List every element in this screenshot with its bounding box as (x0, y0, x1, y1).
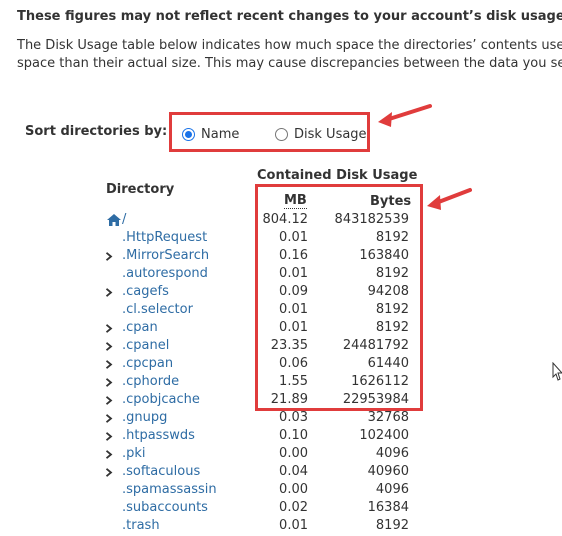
chevron-right-icon[interactable] (104, 463, 114, 481)
sort-label: Sort directories by: (25, 124, 168, 139)
mb-value: 0.01 (279, 266, 308, 281)
table-row: .subaccounts 0.02 16384 (0, 499, 562, 517)
annotation-arrow-icon (378, 104, 432, 127)
bytes-value: 8192 (375, 266, 409, 281)
directory-link[interactable]: .gnupg (122, 409, 167, 427)
sort-name-radio[interactable] (182, 128, 195, 141)
mb-value: 0.10 (279, 428, 308, 443)
bytes-value: 163840 (359, 248, 409, 263)
chevron-right-icon[interactable] (104, 373, 114, 391)
table-row: .cl.selector 0.01 8192 (0, 301, 562, 319)
mb-value: 0.16 (279, 248, 308, 263)
mb-value: 0.01 (279, 230, 308, 245)
directory-link[interactable]: .cpobjcache (122, 391, 200, 409)
chevron-right-icon[interactable] (104, 283, 114, 301)
mb-value: 0.02 (279, 500, 308, 515)
mb-value: 23.35 (270, 338, 308, 353)
bytes-value: 8192 (375, 302, 409, 317)
bytes-value: 94208 (367, 284, 409, 299)
mb-value: 0.00 (279, 446, 308, 461)
chevron-right-icon[interactable] (104, 319, 114, 337)
directory-link[interactable]: .cl.selector (122, 301, 193, 319)
bytes-value: 16384 (367, 500, 409, 515)
table-row: .gnupg 0.03 32768 (0, 409, 562, 427)
table-row: .htpasswds 0.10 102400 (0, 427, 562, 445)
bytes-value: 4096 (375, 482, 409, 497)
directory-link[interactable]: / (122, 211, 126, 229)
directory-link[interactable]: .softaculous (122, 463, 200, 481)
table-row: / 804.12 843182539 (0, 211, 562, 229)
directory-link[interactable]: .cphorde (122, 373, 179, 391)
mb-value: 0.01 (279, 518, 308, 533)
annotation-arrow-icon (427, 188, 472, 210)
table-row: .autorespond 0.01 8192 (0, 265, 562, 283)
directory-link[interactable]: .cagefs (122, 283, 169, 301)
bytes-value: 8192 (375, 230, 409, 245)
table-row: .cpcpan 0.06 61440 (0, 355, 562, 373)
chevron-right-icon[interactable] (104, 355, 114, 373)
disk-usage-page: These figures may not reflect recent cha… (0, 0, 562, 536)
directory-link[interactable]: .subaccounts (122, 499, 208, 517)
bytes-value: 8192 (375, 320, 409, 335)
mb-value: 0.09 (279, 284, 308, 299)
directory-link[interactable]: .autorespond (122, 265, 208, 283)
table-row: .cpanel 23.35 24481792 (0, 337, 562, 355)
bytes-value: 22953984 (342, 392, 409, 407)
directory-link[interactable]: .htpasswds (122, 427, 195, 445)
mb-value: 21.89 (270, 392, 308, 407)
bytes-value: 4096 (375, 446, 409, 461)
bytes-value: 40960 (367, 464, 409, 479)
bytes-value: 102400 (359, 428, 409, 443)
bytes-value: 32768 (367, 410, 409, 425)
directory-link[interactable]: .spamassassin (122, 481, 217, 499)
table-row: .cagefs 0.09 94208 (0, 283, 562, 301)
table-row: .cpobjcache 21.89 22953984 (0, 391, 562, 409)
notice-line-2: space than their actual size. This may c… (17, 56, 562, 71)
mb-value: 0.06 (279, 356, 308, 371)
home-icon[interactable] (106, 213, 122, 227)
mb-value: 0.01 (279, 302, 308, 317)
mb-value: 0.04 (279, 464, 308, 479)
table-row: .HttpRequest 0.01 8192 (0, 229, 562, 247)
chevron-right-icon[interactable] (104, 427, 114, 445)
sort-name-label[interactable]: Name (201, 127, 239, 142)
table-row: .pki 0.00 4096 (0, 445, 562, 463)
table-row: .trash 0.01 8192 (0, 517, 562, 535)
directory-link[interactable]: .cpan (122, 319, 158, 337)
bytes-value: 8192 (375, 518, 409, 533)
table-row: .softaculous 0.04 40960 (0, 463, 562, 481)
bytes-value: 1626112 (351, 374, 409, 389)
sort-options-highlight: Name Disk Usage (169, 112, 370, 152)
mb-value: 804.12 (262, 212, 309, 227)
bytes-value: 61440 (367, 356, 409, 371)
text-cursor-icon (552, 362, 562, 381)
notice-title: These figures may not reflect recent cha… (17, 9, 562, 24)
directory-link[interactable]: .pki (122, 445, 146, 463)
sort-disk-usage-label[interactable]: Disk Usage (294, 127, 367, 142)
directory-link[interactable]: .cpcpan (122, 355, 173, 373)
directory-link[interactable]: .MirrorSearch (122, 247, 209, 265)
mb-value: 1.55 (279, 374, 308, 389)
table-row: .MirrorSearch 0.16 163840 (0, 247, 562, 265)
notice-line-1: The Disk Usage table below indicates how… (17, 38, 562, 53)
bytes-value: 843182539 (334, 212, 409, 227)
directory-column-header[interactable]: Directory (106, 182, 174, 197)
directory-link[interactable]: .trash (122, 517, 160, 535)
mb-value: 0.00 (279, 482, 308, 497)
chevron-right-icon[interactable] (104, 391, 114, 409)
table-row: .cpan 0.01 8192 (0, 319, 562, 337)
chevron-right-icon[interactable] (104, 337, 114, 355)
chevron-right-icon[interactable] (104, 445, 114, 463)
directory-link[interactable]: .HttpRequest (122, 229, 207, 247)
mb-value: 0.03 (279, 410, 308, 425)
chevron-right-icon[interactable] (104, 247, 114, 265)
table-row: .spamassassin 0.00 4096 (0, 481, 562, 499)
bytes-value: 24481792 (342, 338, 409, 353)
table-row: .cphorde 1.55 1626112 (0, 373, 562, 391)
contained-disk-usage-header: Contained Disk Usage (257, 168, 418, 183)
directory-link[interactable]: .cpanel (122, 337, 169, 355)
chevron-right-icon[interactable] (104, 409, 114, 427)
sort-disk-usage-radio[interactable] (275, 128, 288, 141)
mb-value: 0.01 (279, 320, 308, 335)
